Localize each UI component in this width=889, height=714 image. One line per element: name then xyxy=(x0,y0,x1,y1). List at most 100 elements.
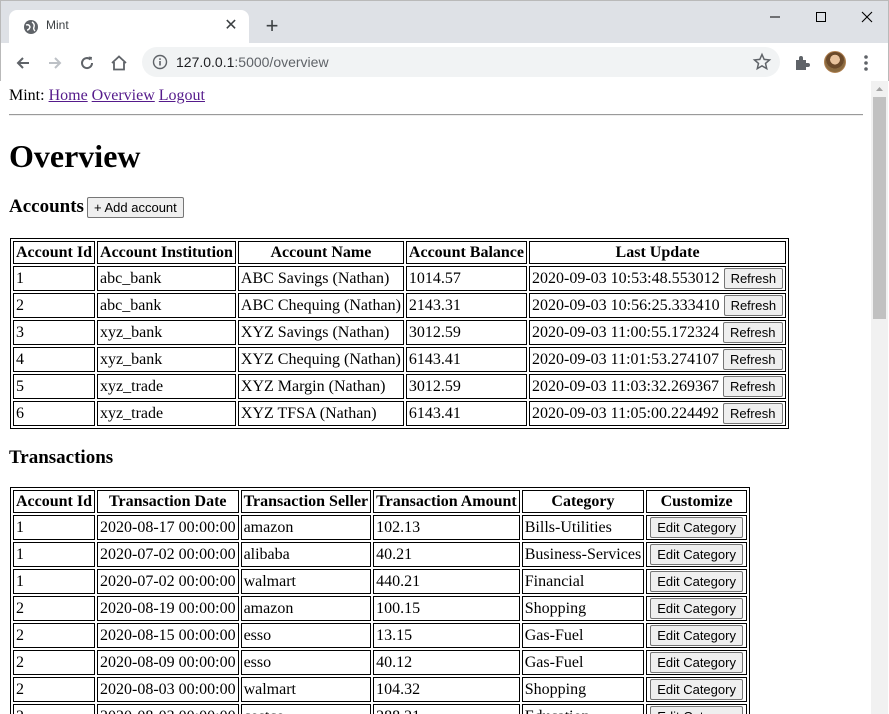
table-row: 2 2020-08-09 00:00:00 esso 40.12 Gas-Fuel Edi… xyxy=(13,650,747,675)
column-header: Transaction Date xyxy=(97,490,239,513)
transaction-amount-cell: 440.21 xyxy=(373,569,520,594)
account-name-cell: XYZ TFSA (Nathan) xyxy=(237,401,404,426)
last-update-cell: 2020-09-03 11:00:55.172324 Refresh xyxy=(529,320,787,345)
transaction-category-cell: Gas-Fuel xyxy=(521,623,645,648)
refresh-button[interactable]: Refresh xyxy=(723,295,784,317)
last-update-cell: 2020-09-03 10:53:48.553012 Refresh xyxy=(529,266,787,291)
home-button[interactable] xyxy=(105,49,133,77)
nav-logout-link[interactable]: Logout xyxy=(159,87,205,104)
column-header: Last Update xyxy=(529,241,787,264)
refresh-button[interactable]: Refresh xyxy=(723,268,784,290)
last-update-cell: 2020-09-03 11:01:53.274107 Refresh xyxy=(529,347,787,372)
refresh-button[interactable]: Refresh xyxy=(722,403,783,425)
account-name-cell: ABC Savings (Nathan) xyxy=(237,266,404,291)
nav-home-link[interactable]: Home xyxy=(49,87,88,104)
edit-category-button[interactable]: Edit Category xyxy=(650,598,743,619)
transaction-amount-cell: 102.13 xyxy=(373,515,520,540)
column-header: Customize xyxy=(646,490,747,513)
url-text[interactable]: 127.0.0.1:5000/overview xyxy=(176,54,329,70)
column-header: Account Id xyxy=(13,241,96,264)
last-update-cell: 2020-09-03 11:05:00.224492 Refresh xyxy=(529,401,787,426)
transaction-category-cell: Shopping xyxy=(521,596,645,621)
puzzle-icon[interactable] xyxy=(791,52,813,74)
table-row: 1 2020-08-17 00:00:00 amazon 102.13 Bills-Ut… xyxy=(13,515,747,540)
add-account-button[interactable]: + Add account xyxy=(87,197,184,218)
customize-cell: Edit Category xyxy=(646,650,747,675)
edit-category-button[interactable]: Edit Category xyxy=(650,625,743,646)
edit-category-button[interactable]: Edit Category xyxy=(650,544,743,565)
table-row: 2 2020-08-15 00:00:00 esso 13.15 Gas-Fuel Edi… xyxy=(13,623,747,648)
edit-category-button[interactable]: Edit Category xyxy=(650,706,743,714)
transaction-id-cell: 2 xyxy=(13,650,96,675)
edit-category-button[interactable]: Edit Category xyxy=(650,571,743,592)
page-title: Overview xyxy=(9,138,141,174)
scrollbar-thumb[interactable] xyxy=(873,97,886,319)
vertical-scrollbar[interactable] xyxy=(871,81,888,714)
minimize-button[interactable] xyxy=(752,3,798,31)
refresh-button[interactable]: Refresh xyxy=(722,349,783,371)
arrow-left-icon xyxy=(16,57,29,69)
account-id-cell: 3 xyxy=(13,320,96,345)
maximize-button[interactable] xyxy=(798,3,844,31)
more-vert-icon[interactable] xyxy=(858,51,874,75)
browser-toolbar: 127.0.0.1:5000/overview xyxy=(1,43,888,82)
edit-category-button[interactable]: Edit Category xyxy=(650,517,743,538)
transaction-category-cell: Financial xyxy=(521,569,645,594)
close-window-button[interactable] xyxy=(844,3,889,31)
tab-close-icon[interactable]: ✕ xyxy=(221,16,241,36)
account-balance-cell: 3012.59 xyxy=(405,374,528,399)
transaction-date-cell: 2020-08-17 00:00:00 xyxy=(97,515,239,540)
address-bar[interactable]: 127.0.0.1:5000/overview xyxy=(142,47,780,77)
last-update-cell: 2020-09-03 11:03:32.269367 Refresh xyxy=(529,374,787,399)
account-balance-cell: 6143.41 xyxy=(405,347,528,372)
forward-button[interactable] xyxy=(41,49,69,77)
account-balance-cell: 2143.31 xyxy=(405,293,528,318)
star-icon[interactable] xyxy=(752,52,772,72)
back-button[interactable] xyxy=(9,49,37,77)
transaction-date-cell: 2020-08-19 00:00:00 xyxy=(97,596,239,621)
account-name-cell: XYZ Savings (Nathan) xyxy=(237,320,404,345)
transaction-category-cell: Education xyxy=(521,704,645,714)
edit-category-button[interactable]: Edit Category xyxy=(650,652,743,673)
account-id-cell: 5 xyxy=(13,374,96,399)
avatar[interactable] xyxy=(824,51,846,73)
browser-tab[interactable]: Mint ✕ xyxy=(9,10,249,43)
transaction-date-cell: 2020-08-15 00:00:00 xyxy=(97,623,239,648)
transaction-seller-cell: alibaba xyxy=(240,542,372,567)
transaction-id-cell: 1 xyxy=(13,542,96,567)
customize-cell: Edit Category xyxy=(646,569,747,594)
transaction-seller-cell: walmart xyxy=(240,569,372,594)
transaction-category-cell: Business-Services xyxy=(521,542,645,567)
transactions-table: Account Id Transaction Date Transaction … xyxy=(10,487,750,714)
account-name-cell: XYZ Margin (Nathan) xyxy=(237,374,404,399)
table-row: 22020-08-03 00:00:00costco288.21Educatio… xyxy=(13,704,747,714)
table-row: 6 xyz_trade XYZ TFSA (Nathan) 6143.41 2020-0… xyxy=(13,401,787,426)
table-row: 2 abc_bank ABC Chequing (Nathan) 2143.31 202… xyxy=(13,293,787,318)
last-update-cell: 2020-09-03 10:56:25.333410 Refresh xyxy=(529,293,787,318)
scroll-up-arrow-icon[interactable] xyxy=(871,81,888,97)
refresh-button[interactable]: Refresh xyxy=(722,322,783,344)
table-row: 2 2020-08-19 00:00:00 amazon 100.15 Shopping… xyxy=(13,596,747,621)
transaction-id-cell: 2 xyxy=(13,704,96,714)
tab-title: Mint xyxy=(46,18,69,32)
globe-icon xyxy=(24,20,38,34)
transaction-seller-cell: esso xyxy=(240,623,372,648)
last-update-text: 2020-09-03 11:01:53.274107 xyxy=(532,350,719,368)
nav-prefix: Mint: xyxy=(9,87,45,104)
new-tab-button[interactable]: + xyxy=(259,13,285,39)
refresh-button[interactable]: Refresh xyxy=(722,376,783,398)
browser-chrome: Mint ✕ + 127.0.0.1:5000/overview xyxy=(0,0,889,82)
column-header: Transaction Seller xyxy=(240,490,372,513)
account-balance-cell: 6143.41 xyxy=(405,401,528,426)
table-row: 1 2020-07-02 00:00:00 alibaba 40.21 Business… xyxy=(13,542,747,567)
customize-cell: Edit Category xyxy=(646,677,747,702)
customize-cell: Edit Category xyxy=(646,704,747,714)
transaction-amount-cell: 104.32 xyxy=(373,677,520,702)
info-icon[interactable] xyxy=(152,54,168,70)
reload-button[interactable] xyxy=(73,49,101,77)
edit-category-button[interactable]: Edit Category xyxy=(650,679,743,700)
transaction-seller-cell: costco xyxy=(240,704,372,714)
transaction-seller-cell: walmart xyxy=(240,677,372,702)
nav-overview-link[interactable]: Overview xyxy=(92,87,155,104)
minimize-icon xyxy=(770,16,780,18)
